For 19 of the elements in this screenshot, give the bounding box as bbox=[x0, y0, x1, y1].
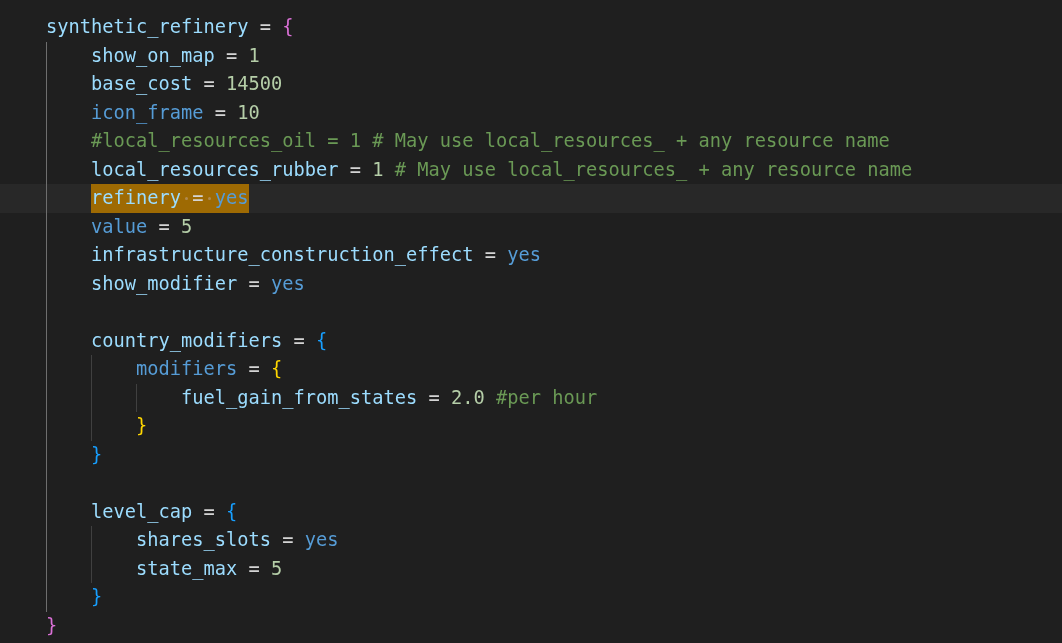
code-line: local_resources_rubber = 1 # May use local_resources_ + any resource name bbox=[91, 157, 913, 183]
code-line: show_modifier = yes bbox=[91, 271, 305, 297]
code-line: shares_slots = yes bbox=[136, 528, 339, 553]
code-line: value = 5 bbox=[91, 214, 193, 239]
code-line: synthetic_refinery = { bbox=[46, 15, 294, 40]
code-line: infrastructure_construction_effect = yes bbox=[91, 243, 542, 268]
code-line: } bbox=[91, 442, 103, 467]
code-line: } bbox=[91, 585, 103, 609]
code-line: country_modifiers = { bbox=[91, 328, 328, 354]
code-line: } bbox=[46, 613, 58, 638]
code-line: state_max = 5 bbox=[136, 556, 283, 582]
code-line: level_cap = { bbox=[91, 499, 238, 525]
code-line: } bbox=[136, 414, 148, 438]
code-line: #local_resources_oil = 1 # May use local_resources_ + any resource name bbox=[91, 129, 890, 154]
code-line: base_cost = 14500 bbox=[91, 72, 283, 97]
code-line: fuel_gain_from_states = 2.0 #per hour bbox=[181, 385, 598, 411]
code-line: show_on_map = 1 bbox=[91, 43, 260, 69]
code-line: modifiers = { bbox=[136, 357, 283, 381]
code-line: icon_frame = 10 bbox=[91, 100, 260, 126]
